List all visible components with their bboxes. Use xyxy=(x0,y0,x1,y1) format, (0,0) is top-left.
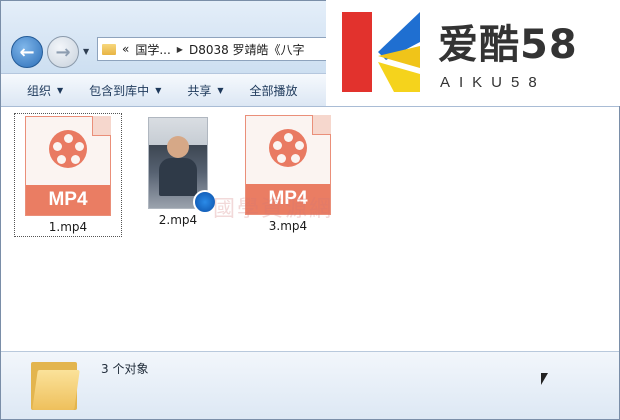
content-watermark: 國學資源網 xyxy=(213,197,334,222)
play-all-button[interactable]: 全部播放 xyxy=(250,82,298,99)
file-name[interactable]: 1.mp4 xyxy=(49,220,87,234)
arrow-left-icon: ← xyxy=(19,41,35,63)
logo-icon xyxy=(342,12,420,92)
chevron-down-icon: ▼ xyxy=(155,85,162,95)
file-name[interactable]: 2.mp4 xyxy=(159,213,197,227)
toolbar-label: 全部播放 xyxy=(249,83,298,98)
mp4-file-icon: MP4 xyxy=(25,116,111,216)
video-thumbnail xyxy=(148,117,217,214)
breadcrumb-segment[interactable]: 国学... xyxy=(135,41,170,58)
film-reel-icon xyxy=(269,129,307,167)
chevron-down-icon: ▼ xyxy=(217,85,224,95)
arrow-right-icon: → xyxy=(55,41,71,63)
film-reel-icon xyxy=(49,130,87,168)
back-button[interactable]: ← xyxy=(11,36,43,68)
recent-pages-dropdown[interactable]: ▼ xyxy=(83,47,93,57)
watermark-logo: 爱酷58 AIKU58 xyxy=(326,0,620,106)
chevron-down-icon: ▼ xyxy=(57,85,64,95)
logo-subtitle: AIKU58 xyxy=(440,74,546,91)
toolbar-label: 组织 xyxy=(27,83,52,98)
address-overflow[interactable]: « xyxy=(122,42,129,56)
forward-button[interactable]: → xyxy=(47,36,79,68)
status-bar: 3 个对象 xyxy=(1,351,619,419)
folder-icon xyxy=(31,358,80,410)
share-button[interactable]: 共享 ▼ xyxy=(187,82,223,99)
toolbar-label: 包含到库中 xyxy=(89,83,150,98)
include-in-library-button[interactable]: 包含到库中 ▼ xyxy=(89,82,161,99)
folder-icon xyxy=(102,43,116,55)
file-list[interactable]: MP4 1.mp4 2.mp4 MP4 3.mp4 國學資源網 xyxy=(1,107,619,351)
logo-title: 爱酷58 xyxy=(438,22,578,68)
breadcrumb-segment[interactable]: D8038 罗靖皓《八字 xyxy=(189,41,305,58)
chevron-right-icon[interactable]: ▶ xyxy=(177,45,183,54)
toolbar-label: 共享 xyxy=(187,83,212,98)
mouse-cursor-icon xyxy=(541,373,548,385)
organize-button[interactable]: 组织 ▼ xyxy=(27,82,63,99)
file-type-label: MP4 xyxy=(26,185,110,215)
item-count: 3 个对象 xyxy=(101,362,149,376)
file-item[interactable]: MP4 1.mp4 xyxy=(14,113,122,237)
